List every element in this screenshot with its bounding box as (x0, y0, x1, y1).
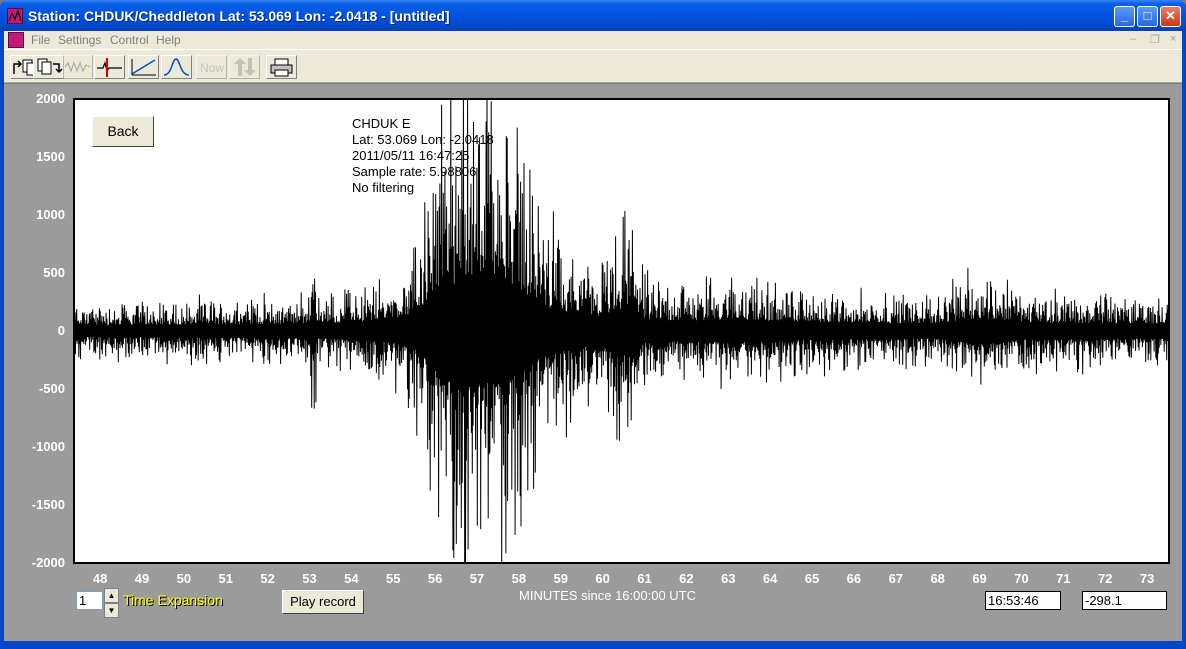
mdi-close-button[interactable]: × (1170, 33, 1176, 45)
now-label: Now (200, 61, 225, 75)
x-tick-label: 57 (469, 571, 485, 586)
up-down-arrows-icon[interactable] (229, 55, 260, 79)
y-tick-label: 2000 (36, 91, 65, 106)
save-file-icon[interactable] (33, 55, 64, 79)
window-frame-bottom (0, 641, 1186, 649)
info-latlon: Lat: 53.069 Lon: -2.0418 (352, 132, 494, 147)
back-button[interactable]: Back (92, 116, 154, 147)
x-tick-label: 52 (260, 571, 275, 586)
peak-icon[interactable] (161, 55, 192, 79)
printer-icon[interactable] (266, 55, 297, 79)
x-tick-label: 51 (218, 571, 233, 586)
play-record-button[interactable]: Play record (282, 590, 364, 614)
info-datetime: 2011/05/11 16:47:25 (352, 148, 470, 163)
info-station-channel: CHDUK E (352, 116, 411, 131)
info-sample-rate: Sample rate: 5.98806 (352, 164, 477, 179)
y-tick-label: 1000 (36, 207, 65, 222)
x-tick-label: 53 (302, 571, 317, 586)
x-tick-label: 54 (344, 571, 359, 586)
x-tick-label: 48 (92, 571, 108, 586)
x-tick-label: 55 (386, 571, 401, 586)
x-tick-label: 68 (930, 571, 945, 586)
document-icon[interactable] (8, 32, 24, 48)
waveform-icon[interactable] (62, 55, 93, 79)
spin-down-icon[interactable]: ▼ (104, 603, 119, 618)
y-tick-label: -1000 (31, 439, 65, 454)
y-tick-label: 500 (43, 265, 65, 280)
x-tick-label: 60 (595, 571, 610, 586)
x-tick-label: 61 (637, 571, 652, 586)
info-filter: No filtering (352, 180, 415, 195)
y-tick-label: -500 (38, 381, 65, 396)
y-tick-label: -1500 (31, 497, 65, 512)
x-tick-label: 50 (176, 571, 192, 586)
y-tick-label: -2000 (31, 555, 65, 570)
time-expansion-label: Time Expansion (123, 592, 223, 608)
x-axis-label: MINUTES since 16:00:00 UTC (519, 588, 697, 603)
value-readout: -298.1 (1082, 591, 1167, 610)
now-button[interactable]: Now (196, 55, 227, 79)
x-tick-label: 64 (762, 571, 778, 586)
y-tick-label: 1500 (36, 149, 65, 164)
seismogram-trace (75, 100, 1168, 562)
x-tick-label: 65 (804, 571, 820, 586)
mdi-restore-button[interactable]: ❐ (1150, 33, 1160, 46)
x-tick-label: 70 (1014, 571, 1029, 586)
x-tick-label: 66 (846, 571, 862, 586)
menu-bar: File Settings Control Help – ❐ × (4, 31, 1182, 49)
x-tick-label: 73 (1139, 571, 1155, 586)
menu-control[interactable]: Control (110, 33, 149, 47)
menu-settings[interactable]: Settings (58, 33, 101, 47)
ramp-icon[interactable] (128, 55, 159, 79)
x-tick-label: 56 (427, 571, 443, 586)
mdi-minimize-button[interactable]: – (1130, 33, 1136, 45)
title-bar[interactable]: Station: CHDUK/Cheddleton Lat: 53.069 Lo… (0, 0, 1186, 31)
x-tick-label: 59 (553, 571, 568, 586)
x-tick-label: 62 (679, 571, 694, 586)
seismogram-plot[interactable] (73, 98, 1170, 564)
x-tick-label: 63 (721, 571, 736, 586)
x-tick-label: 69 (972, 571, 987, 586)
x-tick-label: 72 (1097, 571, 1113, 586)
minimize-button[interactable]: _ (1114, 6, 1135, 27)
y-tick-label: 0 (57, 323, 65, 338)
toolbar: Now (4, 49, 1182, 83)
x-tick-label: 67 (888, 571, 904, 586)
window-title: Station: CHDUK/Cheddleton Lat: 53.069 Lo… (28, 8, 450, 24)
window-frame-right (1182, 31, 1186, 641)
time-expansion-input[interactable]: 1 (76, 591, 103, 610)
time-expansion-spinner: ▲ ▼ (104, 588, 119, 618)
menu-file[interactable]: File (31, 33, 50, 47)
app-icon (7, 8, 23, 24)
x-tick-label: 71 (1056, 571, 1071, 586)
time-readout: 16:53:46 (985, 591, 1061, 610)
trace-line (75, 100, 1168, 562)
maximize-button[interactable]: □ (1137, 6, 1158, 27)
close-button[interactable]: ✕ (1160, 6, 1181, 27)
x-tick-label: 58 (511, 571, 527, 586)
menu-help[interactable]: Help (156, 33, 181, 47)
cursor-trace-icon[interactable] (94, 55, 125, 79)
x-tick-label: 49 (134, 571, 150, 586)
spin-up-icon[interactable]: ▲ (104, 588, 119, 603)
